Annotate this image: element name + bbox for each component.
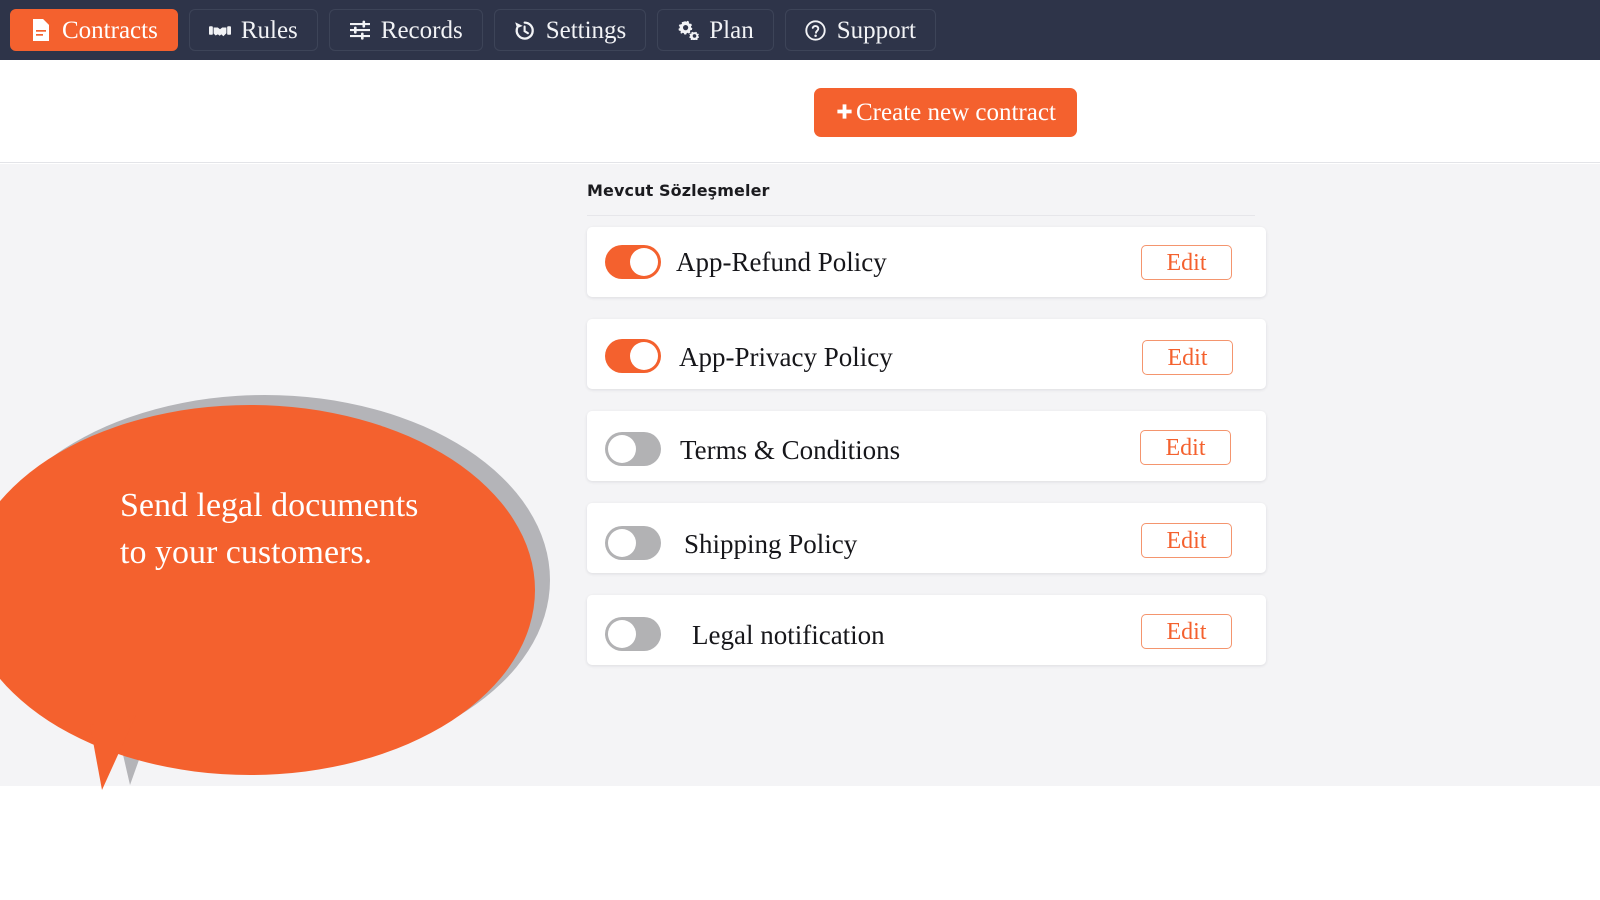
contract-row: Shipping Policy Edit bbox=[587, 503, 1266, 573]
handshake-icon bbox=[208, 19, 231, 41]
nav-item-label: Records bbox=[380, 16, 463, 44]
top-navigation-bar: Contracts Rules Records Settings Plan Support bbox=[0, 0, 1600, 60]
contract-enable-toggle[interactable] bbox=[605, 432, 661, 466]
nav-item-label: Support bbox=[836, 16, 916, 44]
edit-contract-button[interactable]: Edit bbox=[1141, 245, 1232, 280]
contract-name-label: App-Privacy Policy bbox=[679, 342, 893, 372]
nav-item-rules[interactable]: Rules bbox=[188, 9, 318, 51]
toggle-knob bbox=[630, 248, 658, 276]
history-clock-icon bbox=[514, 19, 536, 41]
nav-item-contracts[interactable]: Contracts bbox=[10, 9, 178, 51]
nav-item-label: Plan bbox=[709, 16, 754, 44]
contracts-list: App-Refund Policy Edit App-Privacy Policy E… bbox=[587, 227, 1280, 687]
contract-name-label: Legal notification bbox=[692, 620, 885, 650]
plus-icon bbox=[835, 103, 854, 122]
contract-enable-toggle[interactable] bbox=[605, 526, 661, 560]
create-new-contract-label: Create new contract bbox=[856, 99, 1056, 126]
edit-contract-button[interactable]: Edit bbox=[1142, 340, 1233, 375]
cogs-icon bbox=[677, 19, 700, 41]
nav-item-label: Rules bbox=[240, 16, 298, 44]
toggle-knob bbox=[608, 620, 636, 648]
contract-enable-toggle[interactable] bbox=[605, 245, 661, 279]
nav-item-support[interactable]: Support bbox=[784, 9, 936, 51]
contract-name-label: App-Refund Policy bbox=[676, 247, 887, 277]
sliders-icon bbox=[349, 19, 371, 41]
create-new-contract-button[interactable]: Create new contract bbox=[814, 88, 1077, 137]
section-divider bbox=[587, 215, 1255, 216]
toggle-knob bbox=[608, 529, 636, 557]
edit-contract-button[interactable]: Edit bbox=[1140, 430, 1231, 465]
contract-name-label: Terms & Conditions bbox=[680, 435, 901, 465]
contract-row: App-Privacy Policy Edit bbox=[587, 319, 1266, 389]
contract-row: App-Refund Policy Edit bbox=[587, 227, 1266, 297]
section-title: Mevcut Sözleşmeler bbox=[587, 181, 770, 200]
nav-item-records[interactable]: Records bbox=[328, 9, 483, 51]
nav-item-label: Contracts bbox=[62, 16, 158, 44]
contracts-content-area: Mevcut Sözleşmeler App-Refund Policy Edit… bbox=[0, 164, 1600, 786]
file-contract-icon bbox=[30, 19, 52, 41]
question-circle-icon bbox=[805, 19, 827, 41]
edit-contract-button[interactable]: Edit bbox=[1141, 614, 1232, 649]
nav-item-plan[interactable]: Plan bbox=[657, 9, 774, 51]
contract-name-label: Shipping Policy bbox=[684, 529, 858, 559]
toggle-knob bbox=[630, 342, 658, 370]
contract-row: Terms & Conditions Edit bbox=[587, 411, 1266, 481]
nav-item-label: Settings bbox=[545, 16, 627, 44]
edit-contract-button[interactable]: Edit bbox=[1141, 523, 1232, 558]
toggle-knob bbox=[608, 435, 636, 463]
header-action-band: Create new contract bbox=[0, 60, 1600, 163]
contract-enable-toggle[interactable] bbox=[605, 339, 661, 373]
contract-row: Legal notification Edit bbox=[587, 595, 1266, 665]
contract-enable-toggle[interactable] bbox=[605, 617, 661, 651]
nav-item-settings[interactable]: Settings bbox=[493, 9, 647, 51]
